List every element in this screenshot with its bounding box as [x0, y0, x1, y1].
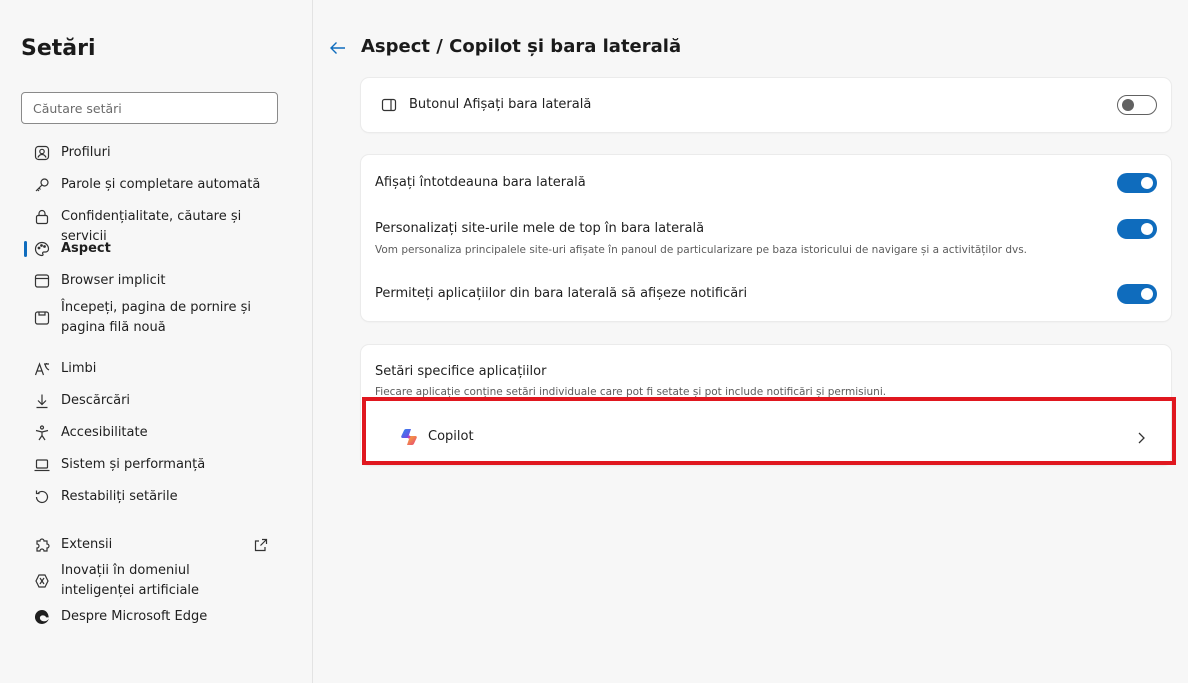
active-indicator — [24, 241, 27, 257]
sidebar-item-label: Profiluri — [61, 145, 111, 160]
search-input[interactable] — [21, 92, 278, 124]
highlight-annotation — [362, 397, 1176, 465]
home-page-icon — [33, 309, 51, 327]
sidebar-item-label: Accesibilitate — [61, 425, 148, 440]
sidebar-panel-icon — [381, 97, 397, 113]
personalize-top-sites-label: Personalizați site-urile mele de top în … — [375, 221, 705, 236]
sidebar-item-label: Limbi — [61, 361, 97, 376]
personalize-top-sites-description: Vom personaliza principalele site-uri af… — [375, 244, 1028, 256]
sidebar-item-passwords[interactable]: Parole și completare automată — [33, 175, 273, 195]
sidebar-title: Setări — [21, 36, 96, 61]
lock-icon — [33, 208, 51, 226]
profile-icon — [33, 144, 51, 162]
palette-icon — [33, 240, 51, 258]
sidebar-button-toggle[interactable] — [1117, 95, 1157, 115]
app-settings-description: Fiecare aplicație conține setări individ… — [375, 386, 887, 397]
sidebar-item-label: Descărcări — [61, 393, 131, 408]
sidebar-item-system[interactable]: Sistem și performanță — [33, 455, 273, 475]
puzzle-icon — [33, 536, 51, 554]
download-icon — [33, 392, 51, 410]
sidebar-item-ai-innovations[interactable]: Inovații în domeniul inteligenței artifi… — [33, 561, 273, 601]
external-link-icon — [253, 537, 269, 553]
personalize-top-sites-toggle[interactable] — [1117, 219, 1157, 239]
reset-icon — [33, 488, 51, 506]
app-settings-title: Setări specifice aplicațiilor — [375, 364, 547, 379]
sidebar-notifications-toggle[interactable] — [1117, 284, 1157, 304]
back-arrow-icon[interactable] — [328, 38, 348, 58]
sidebar-item-label: Extensii — [61, 537, 113, 552]
sidebar-item-label: Parole și completare automată — [61, 177, 261, 192]
language-icon — [33, 360, 51, 378]
app-settings-description-clip: Fiecare aplicație conține setări individ… — [361, 385, 1171, 397]
sidebar-options-card: Afișați întotdeauna bara laterală Person… — [361, 155, 1171, 321]
laptop-icon — [33, 456, 51, 474]
always-show-sidebar-label: Afișați întotdeauna bara laterală — [375, 175, 586, 190]
accessibility-icon — [33, 424, 51, 442]
sidebar-item-label: Restabiliți setările — [61, 489, 178, 504]
sidebar-item-start-page[interactable]: Începeți, pagina de pornire și pagina fi… — [33, 298, 273, 338]
sidebar-item-profiles[interactable]: Profiluri — [33, 143, 273, 163]
sidebar-item-label: Sistem și performanță — [61, 457, 206, 472]
sidebar-item-label: Inovații în domeniul inteligenței artifi… — [61, 563, 200, 598]
sidebar-item-label: Browser implicit — [61, 273, 166, 288]
sidebar-button-label: Butonul Afișați bara laterală — [409, 97, 592, 112]
sidebar-item-accessibility[interactable]: Accesibilitate — [33, 423, 273, 443]
sidebar-item-languages[interactable]: Limbi — [33, 359, 273, 379]
sidebar-button-card: Butonul Afișați bara laterală — [361, 78, 1171, 132]
sidebar-item-label: Începeți, pagina de pornire și pagina fi… — [61, 300, 251, 335]
edge-icon — [33, 608, 51, 626]
always-show-sidebar-toggle[interactable] — [1117, 173, 1157, 193]
sidebar-item-label: Aspect — [61, 241, 111, 256]
sidebar-notifications-label: Permiteți aplicațiilor din bara laterală… — [375, 286, 748, 301]
sidebar-item-extensions[interactable]: Extensii — [33, 535, 273, 555]
key-icon — [33, 176, 51, 194]
sidebar-item-default-browser[interactable]: Browser implicit — [33, 271, 273, 291]
sidebar-item-appearance[interactable]: Aspect — [33, 239, 273, 259]
sidebar-item-about[interactable]: Despre Microsoft Edge — [33, 607, 273, 627]
sidebar-item-downloads[interactable]: Descărcări — [33, 391, 273, 411]
sidebar-item-reset[interactable]: Restabiliți setările — [33, 487, 273, 507]
browser-icon — [33, 272, 51, 290]
settings-sidebar: Setări Profiluri Parole și completare au… — [0, 0, 313, 683]
sidebar-item-label: Despre Microsoft Edge — [61, 609, 208, 624]
page-title: Aspect / Copilot și bara laterală — [361, 36, 682, 57]
ai-icon — [33, 572, 51, 590]
